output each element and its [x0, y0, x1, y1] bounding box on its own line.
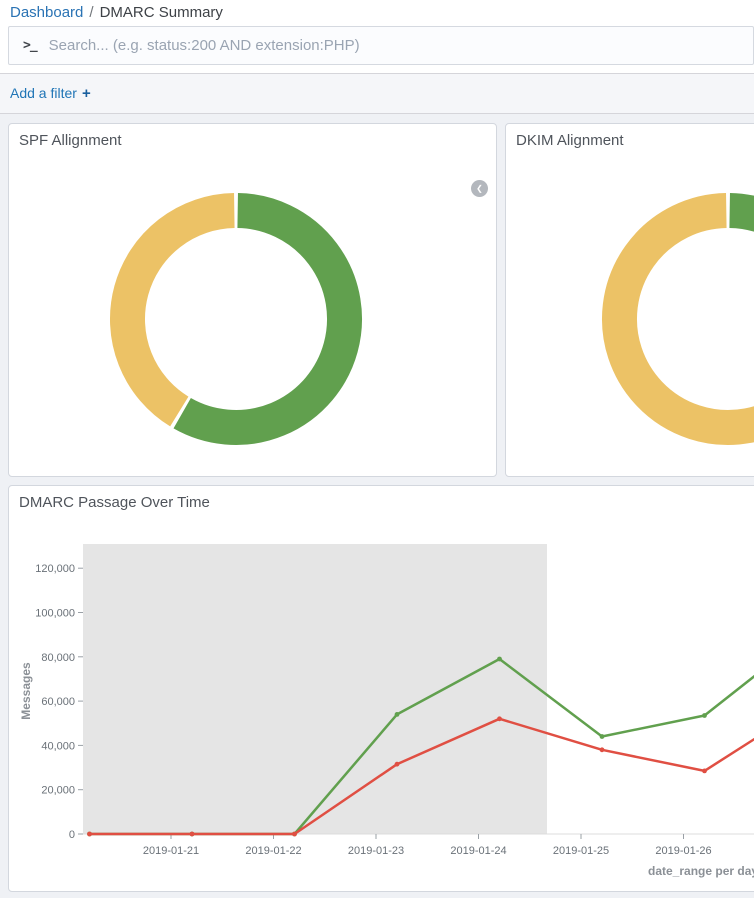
svg-text:date_range per day: date_range per day [648, 864, 754, 878]
search-bar: >_ [8, 26, 754, 65]
svg-text:100,000: 100,000 [35, 608, 75, 620]
svg-text:120,000: 120,000 [35, 563, 75, 575]
add-filter-label: Add a filter [10, 85, 77, 101]
dmarc-passage-panel: DMARC Passage Over Time 020,00040,00060,… [8, 485, 754, 892]
dkim-alignment-panel: DKIM Alignment ❮ [505, 123, 754, 477]
breadcrumb: Dashboard / DMARC Summary [10, 3, 223, 23]
svg-text:60,000: 60,000 [41, 696, 75, 708]
svg-text:20,000: 20,000 [41, 785, 75, 797]
breadcrumb-dashboard-link[interactable]: Dashboard [10, 4, 83, 21]
spf-donut-chart[interactable] [9, 124, 496, 476]
dmarc-line-chart[interactable]: 0 20,000 40,000 60,000 80,000 100,000 120,000 2… [9, 486, 754, 891]
plus-icon: + [82, 85, 91, 102]
terminal-prompt-icon: >_ [9, 38, 49, 53]
breadcrumb-separator: / [89, 4, 93, 21]
svg-text:2019-01-21: 2019-01-21 [143, 845, 199, 857]
svg-text:40,000: 40,000 [41, 740, 75, 752]
legend-toggle-button[interactable]: ❮ [471, 180, 488, 197]
svg-text:2019-01-26: 2019-01-26 [655, 845, 711, 857]
dkim-donut-chart[interactable] [506, 124, 754, 476]
search-input[interactable] [49, 37, 753, 54]
spf-alignment-panel: SPF Allignment ❮ [8, 123, 497, 477]
chevron-left-icon: ❮ [476, 184, 483, 193]
add-filter-button[interactable]: Add a filter + [10, 85, 91, 102]
svg-text:80,000: 80,000 [41, 652, 75, 664]
header: Dashboard / DMARC Summary >_ [0, 0, 754, 73]
svg-text:2019-01-23: 2019-01-23 [348, 845, 404, 857]
svg-text:2019-01-22: 2019-01-22 [245, 845, 301, 857]
dashboard-screen: Dashboard / DMARC Summary >_ Add a filter +… [0, 0, 754, 898]
svg-text:Messages: Messages [19, 662, 33, 720]
svg-text:2019-01-25: 2019-01-25 [553, 845, 609, 857]
svg-text:0: 0 [69, 829, 75, 841]
breadcrumb-current: DMARC Summary [100, 4, 223, 21]
filter-bar: Add a filter + [0, 73, 754, 114]
svg-text:2019-01-24: 2019-01-24 [450, 845, 506, 857]
